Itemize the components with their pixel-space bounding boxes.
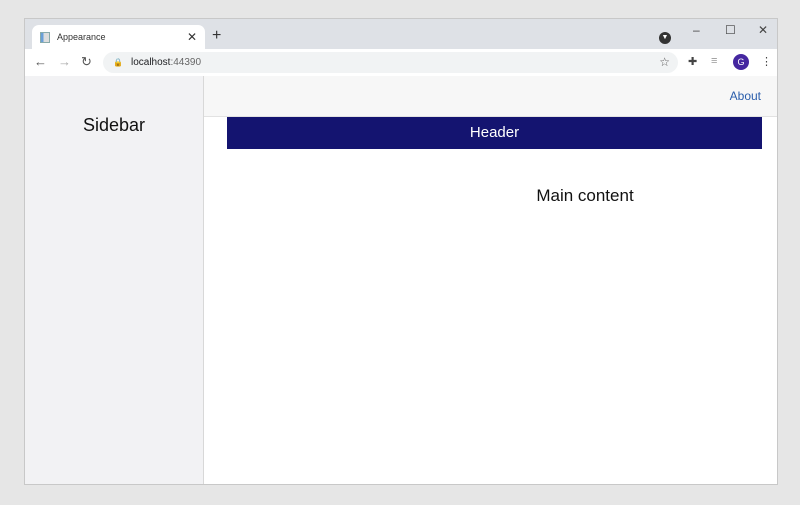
about-link[interactable]: About [730, 89, 761, 103]
menu-icon[interactable]: ⋮ [761, 55, 772, 68]
extensions-icon[interactable]: ✚ [688, 55, 697, 68]
maximize-icon[interactable]: ☐ [725, 23, 736, 37]
sidebar: Sidebar [25, 76, 204, 484]
avatar[interactable]: G [733, 54, 749, 70]
bookmark-star-icon[interactable]: ☆ [659, 55, 670, 69]
media-queue-icon[interactable]: ≡ [711, 55, 717, 67]
tab-search-icon[interactable]: ▼ [659, 32, 671, 44]
tab-title: Appearance [57, 32, 106, 42]
top-row: About [204, 76, 777, 117]
url-port: :44390 [170, 57, 202, 68]
url-host: localhost [130, 57, 171, 68]
lock-icon: 🔒 [113, 58, 123, 67]
forward-icon[interactable]: → [58, 54, 71, 69]
browser-toolbar: ← → ↻ 🔒 localhost:44390 ☆ ✚ ≡ G ⋮ [25, 49, 777, 76]
sidebar-title: Sidebar [82, 115, 146, 135]
address-bar[interactable]: 🔒 localhost:44390 ☆ [103, 52, 678, 73]
page-content: Sidebar About Header Main content [25, 76, 777, 484]
browser-tab[interactable]: Appearance ✕ [32, 25, 205, 49]
minimize-icon[interactable]: – [693, 23, 700, 37]
header-bar: Header [227, 117, 762, 149]
close-tab-icon[interactable]: ✕ [187, 30, 197, 44]
browser-window: Appearance ✕ + ▼ – ☐ ✕ ← → ↻ 🔒 localhost… [24, 18, 778, 485]
close-window-icon[interactable]: ✕ [758, 23, 768, 37]
back-icon[interactable]: ← [34, 54, 47, 69]
main-content-title: Main content [536, 186, 634, 205]
tab-strip: Appearance ✕ + ▼ – ☐ ✕ [25, 19, 777, 49]
new-tab-icon[interactable]: + [212, 27, 221, 45]
favicon-icon [40, 31, 50, 43]
reload-icon[interactable]: ↻ [81, 54, 92, 70]
